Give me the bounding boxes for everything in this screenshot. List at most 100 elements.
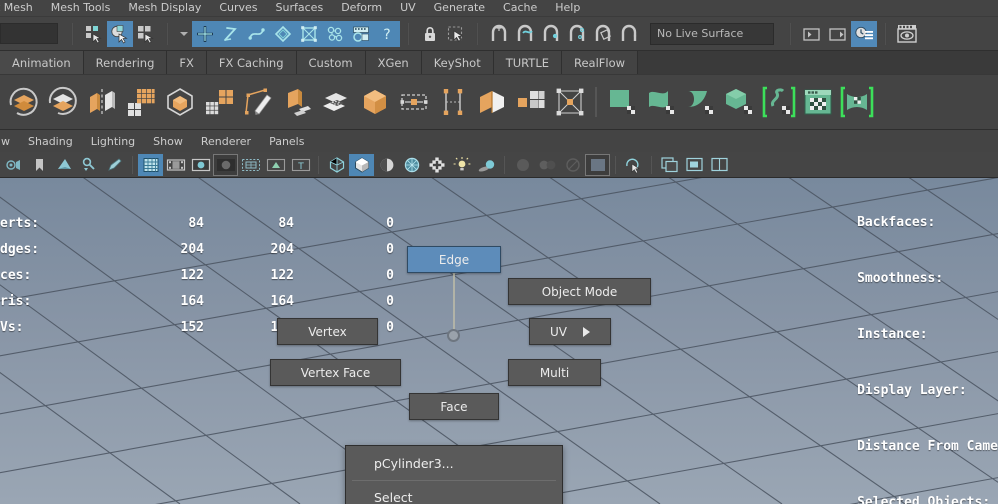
lighting-icon[interactable] [449, 154, 474, 176]
quad-draw-icon[interactable] [550, 82, 589, 122]
dynamics-mask-button[interactable] [322, 21, 348, 47]
context-menu-item-pcylinder3[interactable]: pCylinder3... [346, 450, 562, 477]
safe-title-icon[interactable]: T [288, 154, 313, 176]
menu-deform[interactable]: Deform [332, 0, 391, 16]
uv-automatic-icon[interactable] [720, 82, 759, 122]
film-gate-icon[interactable] [163, 154, 188, 176]
uv-editor-icon[interactable] [798, 82, 837, 122]
bookmark-icon[interactable] [27, 154, 52, 176]
separate-icon[interactable] [43, 82, 82, 122]
marking-menu-item-edge[interactable]: Edge [407, 246, 501, 273]
safe-action-icon[interactable] [263, 154, 288, 176]
wireframe-icon[interactable] [324, 154, 349, 176]
field-chart-icon[interactable] [238, 154, 263, 176]
marking-menu-item-object-mode[interactable]: Object Mode [508, 278, 651, 305]
smooth-icon[interactable] [160, 82, 199, 122]
snap-to-curve-button[interactable] [512, 21, 538, 47]
shelf-tab-custom[interactable]: Custom [297, 51, 366, 74]
select-by-component-button[interactable] [133, 21, 159, 47]
dual-view-icon[interactable] [707, 154, 732, 176]
make-live-button[interactable] [616, 21, 642, 47]
smooth-shade-icon[interactable] [349, 154, 374, 176]
curves-mask-button[interactable] [244, 21, 270, 47]
uv-spherical-icon[interactable] [681, 82, 720, 122]
uv-unfold-icon[interactable] [759, 82, 798, 122]
crease-icon[interactable] [472, 82, 511, 122]
reduce-icon[interactable] [199, 82, 238, 122]
bevel-icon[interactable] [355, 82, 394, 122]
rendering-mask-button[interactable] [348, 21, 374, 47]
shelf-tab-xgen[interactable]: XGen [366, 51, 422, 74]
isolate-select-icon[interactable] [621, 154, 646, 176]
image-plane-icon[interactable] [52, 154, 77, 176]
object-context-menu[interactable]: pCylinder3... Select [345, 445, 563, 504]
combine-icon[interactable] [4, 82, 43, 122]
perspective-viewport[interactable]: erts: 84 84 0 dges: 204 204 0 ces: 122 1… [0, 178, 998, 504]
wireframe-on-shaded-icon[interactable] [399, 154, 424, 176]
single-view-icon[interactable] [682, 154, 707, 176]
menu-mesh-tools[interactable]: Mesh Tools [42, 0, 120, 16]
gate-mask-icon[interactable] [213, 154, 238, 176]
mirror-icon[interactable] [277, 82, 316, 122]
shelf-tab-keyshot[interactable]: KeyShot [422, 51, 494, 74]
shelf-tab-turtle[interactable]: TURTLE [494, 51, 562, 74]
create-polygon-icon[interactable] [238, 82, 277, 122]
fill-hole-icon[interactable] [316, 82, 355, 122]
panel-menu-view[interactable]: w [0, 135, 19, 148]
panel-menu-shading[interactable]: Shading [19, 135, 82, 148]
misc-mask-button[interactable]: ? [374, 21, 400, 47]
grid-icon[interactable] [138, 154, 163, 176]
marking-menu-item-vertex-face[interactable]: Vertex Face [270, 359, 401, 386]
shelf-tab-fx[interactable]: FX [167, 51, 207, 74]
snap-to-projected-center-button[interactable] [564, 21, 590, 47]
snap-to-grid-button[interactable] [486, 21, 512, 47]
shelf-tab-realflow[interactable]: RealFlow [562, 51, 638, 74]
select-by-object-button[interactable] [107, 21, 133, 47]
menu-surfaces[interactable]: Surfaces [267, 0, 333, 16]
shelf-tab-animation[interactable]: Animation [0, 51, 84, 74]
uv-cylindrical-icon[interactable] [642, 82, 681, 122]
no-texture-icon[interactable] [657, 154, 682, 176]
shelf-tab-fx-caching[interactable]: FX Caching [207, 51, 297, 74]
resolution-gate-icon[interactable] [188, 154, 213, 176]
shadows-icon[interactable] [474, 154, 499, 176]
highlight-selection-button[interactable] [443, 21, 469, 47]
uv-planar-icon[interactable] [603, 82, 642, 122]
motion-blur-icon[interactable] [535, 154, 560, 176]
context-menu-item-select[interactable]: Select [346, 484, 562, 504]
xray-icon[interactable] [424, 154, 449, 176]
snap-to-point-button[interactable] [538, 21, 564, 47]
menu-generate[interactable]: Generate [425, 0, 494, 16]
bridge-icon[interactable] [394, 82, 433, 122]
panel-menu-show[interactable]: Show [144, 135, 192, 148]
grease-pencil-icon[interactable] [102, 154, 127, 176]
menu-mesh-display[interactable]: Mesh Display [119, 0, 210, 16]
panel-menu-lighting[interactable]: Lighting [82, 135, 144, 148]
marking-menu-item-multi[interactable]: Multi [508, 359, 601, 386]
construction-history-button[interactable] [851, 21, 877, 47]
snap-to-view-planes-button[interactable] [590, 21, 616, 47]
menu-edit-mesh[interactable]: t Mesh [0, 0, 42, 16]
deformations-mask-button[interactable] [296, 21, 322, 47]
select-camera-icon[interactable] [2, 154, 27, 176]
menu-help[interactable]: Help [546, 0, 589, 16]
menu-uv[interactable]: UV [391, 0, 425, 16]
open-input-connections-button[interactable] [799, 21, 825, 47]
menu-cache[interactable]: Cache [494, 0, 546, 16]
shelf-tab-rendering[interactable]: Rendering [84, 51, 168, 74]
marking-menu-item-uv[interactable]: UV [529, 318, 611, 345]
lock-selection-button[interactable] [417, 21, 443, 47]
joints-mask-button[interactable] [218, 21, 244, 47]
panel-menu-panels[interactable]: Panels [260, 135, 313, 148]
booleans-icon[interactable] [121, 82, 160, 122]
two-d-pan-zoom-icon[interactable] [77, 154, 102, 176]
panel-menu-renderer[interactable]: Renderer [192, 135, 260, 148]
screen-space-ao-icon[interactable] [510, 154, 535, 176]
open-output-connections-button[interactable] [825, 21, 851, 47]
transfer-attributes-icon[interactable] [511, 82, 550, 122]
select-by-hierarchy-button[interactable] [81, 21, 107, 47]
extract-icon[interactable] [82, 82, 121, 122]
shade-options-icon[interactable] [374, 154, 399, 176]
marking-menu-item-face[interactable]: Face [409, 393, 499, 420]
menu-curves[interactable]: Curves [210, 0, 266, 16]
